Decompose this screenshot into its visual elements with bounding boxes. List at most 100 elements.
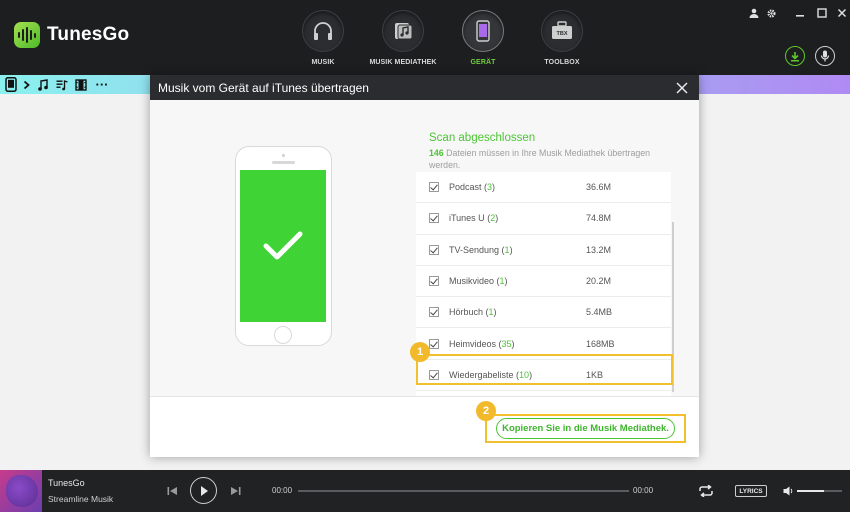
volume-slider[interactable] [797,490,842,492]
scan-status-description: 146 Dateien müssen in Ihre Musik Mediath… [429,147,659,171]
tab-geraet[interactable]: GERÄT [443,10,523,66]
dialog-header: Musik vom Gerät auf iTunes übertragen [150,75,699,100]
time-total: 00:00 [633,486,654,495]
gear-icon[interactable] [763,5,779,21]
tab-geraet-label: GERÄT [470,59,496,66]
repeat-icon[interactable] [697,483,715,499]
tab-toolbox-label: TOOLBOX [544,59,580,66]
app-name: TunesGo [47,24,130,45]
row-label: Podcast (3) [449,182,496,193]
row-label: TV-Sendung (1) [449,244,513,255]
toolbox-icon: TBX [552,21,572,39]
download-icon[interactable] [785,46,805,66]
close-icon[interactable] [834,5,850,21]
tab-toolbox[interactable]: TBX TOOLBOX [522,10,602,66]
user-icon[interactable] [746,5,762,21]
row-label: Hörbuch (1) [449,307,497,318]
dialog-title: Musik vom Gerät auf iTunes übertragen [158,80,369,95]
phone-screen [240,170,326,322]
row-label: iTunes U (2) [449,213,499,224]
row-name: Podcast [449,182,482,193]
music-library-icon [395,23,413,40]
track-title: TunesGo [48,478,85,488]
microphone-icon[interactable] [815,46,835,66]
tab-musik-label: MUSIK [311,59,335,66]
copy-to-library-button[interactable]: Kopieren Sie in die Musik Mediathek. [496,418,675,439]
scan-description-text: Dateien müssen in Ihre Musik Mediathek ü… [429,148,651,170]
chevron-right-icon [21,77,31,92]
row-size: 5.4MB [586,307,613,318]
tab-musik-mediathek[interactable]: MUSIK MEDIATHEK [363,10,443,66]
toolbox-badge-text: TBX [557,31,568,37]
film-icon[interactable] [75,77,87,92]
row-name: Hörbuch [449,307,484,318]
phone-speaker [272,161,295,164]
media-type-row[interactable]: Hörbuch (1) 5.4MB [416,297,672,329]
callout-highlight-2: Kopieren Sie in die Musik Mediathek. [485,414,686,443]
callout-highlight-1 [416,354,673,385]
dialog-close-icon[interactable] [675,81,689,95]
row-checkbox[interactable] [429,182,439,193]
previous-track-icon[interactable] [165,484,179,498]
scan-status-title: Scan abgeschlossen [429,132,536,144]
row-size: 168MB [586,338,615,349]
row-checkbox[interactable] [429,244,439,255]
play-icon [200,485,208,496]
media-type-row[interactable]: Podcast (3) 36.6M [416,172,672,204]
row-size: 74.8M [586,213,612,224]
volume-icon[interactable] [782,485,794,497]
row-checkbox[interactable] [429,276,439,287]
album-art [0,470,42,512]
media-type-row[interactable]: iTunes U (2) 74.8M [416,203,672,235]
row-count: 1 [504,244,510,255]
checkmark-icon [263,231,303,260]
row-name: TV-Sendung [449,244,500,255]
row-count: 1 [499,276,505,287]
callout-badge-2: 2 [476,401,496,421]
progress-bar[interactable] [298,490,629,492]
lyrics-button[interactable]: LYRICS [735,485,767,497]
row-size: 20.2M [586,276,612,287]
tab-musik[interactable]: MUSIK [283,10,363,66]
row-label: Heimvideos (35) [449,338,515,349]
playlist-icon[interactable] [56,77,68,92]
time-current: 00:00 [272,486,293,495]
row-label: Musikvideo (1) [449,276,508,287]
logo-icon [14,22,40,48]
track-artist: Streamline Musik [48,494,114,504]
music-note-icon[interactable] [36,77,48,92]
maximize-icon[interactable] [814,5,830,21]
row-count: 3 [487,182,493,193]
minimize-icon[interactable] [792,5,808,21]
row-checkbox[interactable] [429,307,439,318]
more-dots-icon[interactable]: ··· [95,77,109,92]
next-track-icon[interactable] [228,484,242,498]
play-button[interactable] [190,477,217,504]
row-count: 35 [501,338,512,349]
phone-home-button [274,326,292,344]
phone-illustration [235,146,332,346]
phone-camera [282,154,285,157]
phone-icon[interactable] [4,77,18,92]
volume-level [797,490,824,492]
row-size: 13.2M [586,244,612,255]
row-name: Musikvideo [449,276,495,287]
tab-musik-mediathek-label: MUSIK MEDIATHEK [369,59,437,66]
row-checkbox[interactable] [429,213,439,224]
callout-badge-1: 1 [410,342,430,362]
row-checkbox[interactable] [429,338,439,349]
media-type-row[interactable]: TV-Sendung (1) 13.2M [416,235,672,266]
dialog-body: Scan abgeschlossen 146 Dateien müssen in… [150,100,699,396]
phone-device-icon [476,20,490,42]
media-type-row[interactable]: Musikvideo (1) 20.2M [416,266,672,298]
row-name: iTunes U [449,213,485,224]
row-count: 2 [490,213,496,224]
top-bar: TunesGo MUSIK MUSIK MEDIATHEK GERÄT TBX … [0,0,850,75]
row-size: 36.6M [586,182,612,193]
player-bar: TunesGo Streamline Musik 00:00 00:00 LYR… [0,470,850,512]
app-logo: TunesGo [14,22,129,48]
transfer-dialog: Musik vom Gerät auf iTunes übertragen Sc… [150,75,699,457]
row-count: 1 [488,307,494,318]
scan-file-count: 146 [429,148,444,158]
headphones-icon [314,22,332,40]
